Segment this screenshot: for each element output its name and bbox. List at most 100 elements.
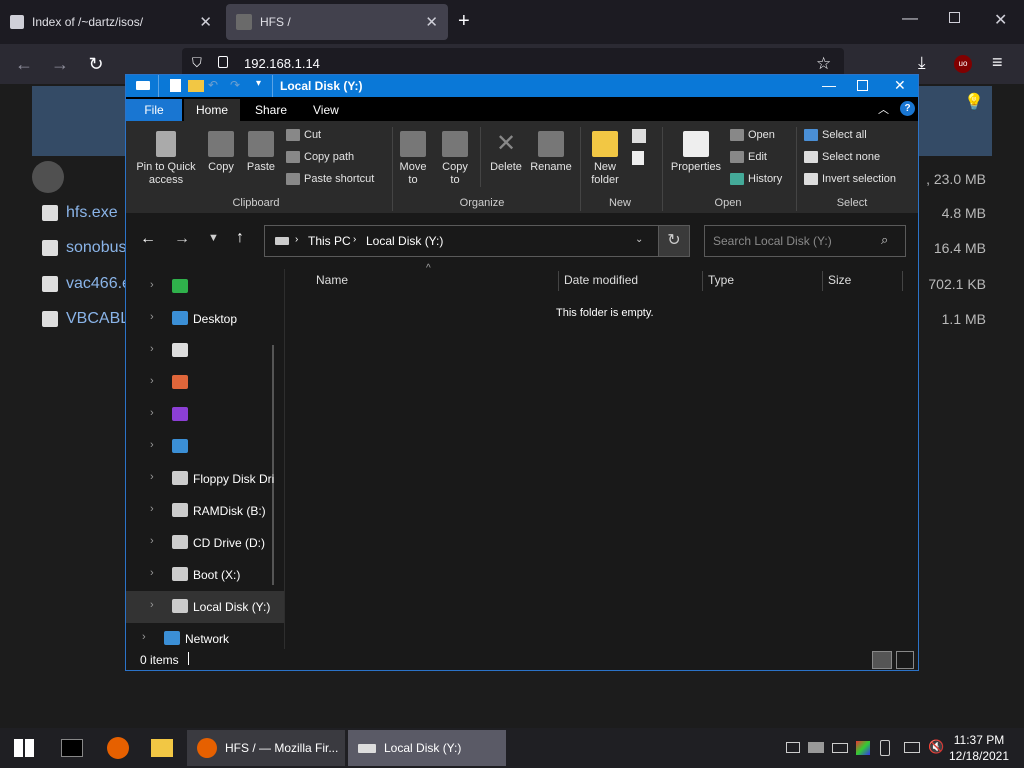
ublock-icon[interactable]: uo: [954, 55, 972, 73]
file-name[interactable]: vac466.e: [66, 275, 131, 293]
network-icon[interactable]: [904, 742, 920, 753]
chevron-right-icon[interactable]: ›: [150, 407, 154, 419]
column-type[interactable]: Type: [708, 273, 734, 287]
qat-dropdown-icon[interactable]: ▾: [256, 78, 261, 89]
chevron-right-icon[interactable]: ›: [150, 567, 154, 579]
firefox-taskbar-icon[interactable]: [98, 728, 138, 768]
column-name[interactable]: Name: [316, 273, 348, 287]
browser-tab-hfs[interactable]: HFS / ✕: [226, 4, 448, 40]
copy-to-button[interactable]: Copy to: [438, 131, 472, 187]
move-to-button[interactable]: Move to: [396, 131, 430, 187]
menu-icon[interactable]: ≡: [992, 52, 1003, 73]
new-item-icon[interactable]: [632, 129, 646, 143]
copy-button[interactable]: Copy: [204, 131, 238, 174]
properties-qat-icon[interactable]: [170, 79, 181, 92]
explorer-taskbar-icon[interactable]: [142, 728, 182, 768]
back-icon[interactable]: ←: [140, 230, 156, 248]
shield-icon[interactable]: ⛉: [192, 55, 202, 71]
chevron-right-icon[interactable]: ›: [150, 599, 154, 611]
reload-icon[interactable]: ↻: [84, 52, 108, 76]
tray-network-icon[interactable]: [808, 742, 824, 753]
column-size[interactable]: Size: [828, 273, 851, 287]
select-none-button[interactable]: Select none: [804, 151, 880, 163]
nav-item-videos[interactable]: ›: [126, 399, 284, 431]
nav-item-ramdisk[interactable]: › RAMDisk (B:): [126, 495, 284, 527]
forward-icon[interactable]: →: [48, 52, 72, 76]
usb-icon[interactable]: [880, 740, 890, 756]
lock-icon[interactable]: [218, 56, 228, 68]
nav-item-floppy[interactable]: › Floppy Disk Dri: [126, 463, 284, 495]
nav-item-local-disk[interactable]: › Local Disk (Y:): [126, 591, 284, 623]
bookmark-star-icon[interactable]: ☆: [816, 54, 831, 74]
tab-share[interactable]: Share: [244, 99, 298, 121]
keyboard-icon[interactable]: [832, 743, 848, 753]
chevron-right-icon[interactable]: ›: [142, 631, 146, 643]
file-name[interactable]: sonobus: [66, 239, 127, 257]
restore-icon[interactable]: [949, 12, 960, 23]
invert-selection-button[interactable]: Invert selection: [804, 173, 896, 185]
chevron-right-icon[interactable]: ›: [150, 279, 154, 291]
breadcrumb-this-pc[interactable]: This PC: [308, 234, 351, 248]
minimize-icon[interactable]: —: [822, 77, 836, 93]
lightbulb-icon[interactable]: 💡: [964, 92, 984, 112]
taskbar-window-explorer[interactable]: Local Disk (Y:): [348, 730, 506, 766]
nav-item-desktop[interactable]: › Desktop: [126, 303, 284, 335]
tab-view[interactable]: View: [302, 99, 350, 121]
cut-button[interactable]: Cut: [286, 129, 321, 141]
large-icons-view-icon[interactable]: [896, 651, 914, 669]
start-button[interactable]: [0, 728, 48, 768]
display-color-icon[interactable]: [856, 741, 870, 755]
tab-home[interactable]: Home: [184, 99, 240, 121]
history-button[interactable]: History: [730, 173, 782, 185]
nav-item-boot[interactable]: › Boot (X:): [126, 559, 284, 591]
chevron-right-icon[interactable]: ›: [150, 343, 154, 355]
close-tab-icon[interactable]: ✕: [425, 13, 438, 31]
up-icon[interactable]: ↑: [236, 229, 244, 247]
paste-button[interactable]: Paste: [244, 131, 278, 174]
file-list[interactable]: ^ Name Date modified Type Size This fold…: [286, 263, 918, 649]
collapse-ribbon-icon[interactable]: ︿: [878, 101, 889, 117]
close-window-icon[interactable]: ✕: [994, 10, 1007, 30]
details-view-icon[interactable]: [872, 651, 892, 669]
undo-icon[interactable]: ↶: [208, 78, 218, 92]
redo-icon[interactable]: ↷: [230, 78, 240, 92]
tab-file[interactable]: File: [126, 99, 182, 121]
chevron-right-icon[interactable]: ›: [150, 471, 154, 483]
chevron-right-icon[interactable]: ›: [150, 535, 154, 547]
minimize-icon[interactable]: —: [902, 10, 918, 28]
column-date-modified[interactable]: Date modified: [564, 273, 638, 287]
new-folder-button[interactable]: New folder: [586, 131, 624, 187]
edit-button[interactable]: Edit: [730, 151, 767, 163]
search-icon[interactable]: ⌕: [881, 232, 888, 248]
terminal-taskbar-icon[interactable]: [52, 728, 92, 768]
help-icon[interactable]: ?: [900, 101, 915, 116]
taskbar-window-firefox[interactable]: HFS / — Mozilla Fir...: [187, 730, 345, 766]
maximize-icon[interactable]: [857, 80, 868, 91]
nav-item-music[interactable]: ›: [126, 367, 284, 399]
tray-window-icon[interactable]: [786, 742, 800, 753]
close-tab-icon[interactable]: ✕: [199, 13, 212, 31]
chevron-right-icon[interactable]: ›: [150, 439, 154, 451]
copy-path-button[interactable]: Copy path: [286, 151, 354, 163]
clock[interactable]: 11:37 PM 12/18/2021: [944, 732, 1014, 764]
search-box[interactable]: Search Local Disk (Y:) ⌕: [704, 225, 906, 257]
chevron-right-icon[interactable]: ›: [150, 503, 154, 515]
refresh-icon[interactable]: ↻: [658, 225, 690, 257]
chevron-right-icon[interactable]: ›: [150, 375, 154, 387]
browser-tab-index[interactable]: Index of /~dartz/isos/ ✕: [0, 4, 222, 40]
volume-muted-icon[interactable]: 🔇: [928, 739, 944, 755]
nav-item-documents[interactable]: ›: [126, 335, 284, 367]
back-icon[interactable]: ←: [12, 52, 36, 76]
close-icon[interactable]: ✕: [894, 77, 906, 94]
file-name[interactable]: hfs.exe: [66, 204, 118, 222]
file-name[interactable]: VBCABLI: [66, 310, 134, 328]
delete-button[interactable]: ✕ Delete: [486, 131, 526, 174]
breadcrumb-local-disk[interactable]: Local Disk (Y:): [366, 234, 443, 248]
paste-shortcut-button[interactable]: Paste shortcut: [286, 173, 374, 185]
select-all-button[interactable]: Select all: [804, 129, 867, 141]
forward-icon[interactable]: →: [174, 230, 190, 248]
nav-item-cd-drive[interactable]: › CD Drive (D:): [126, 527, 284, 559]
address-bar[interactable]: › This PC › Local Disk (Y:) ⌄: [264, 225, 690, 257]
pin-quick-access-button[interactable]: Pin to Quick access: [132, 131, 200, 187]
recent-locations-icon[interactable]: ▼: [208, 232, 219, 244]
